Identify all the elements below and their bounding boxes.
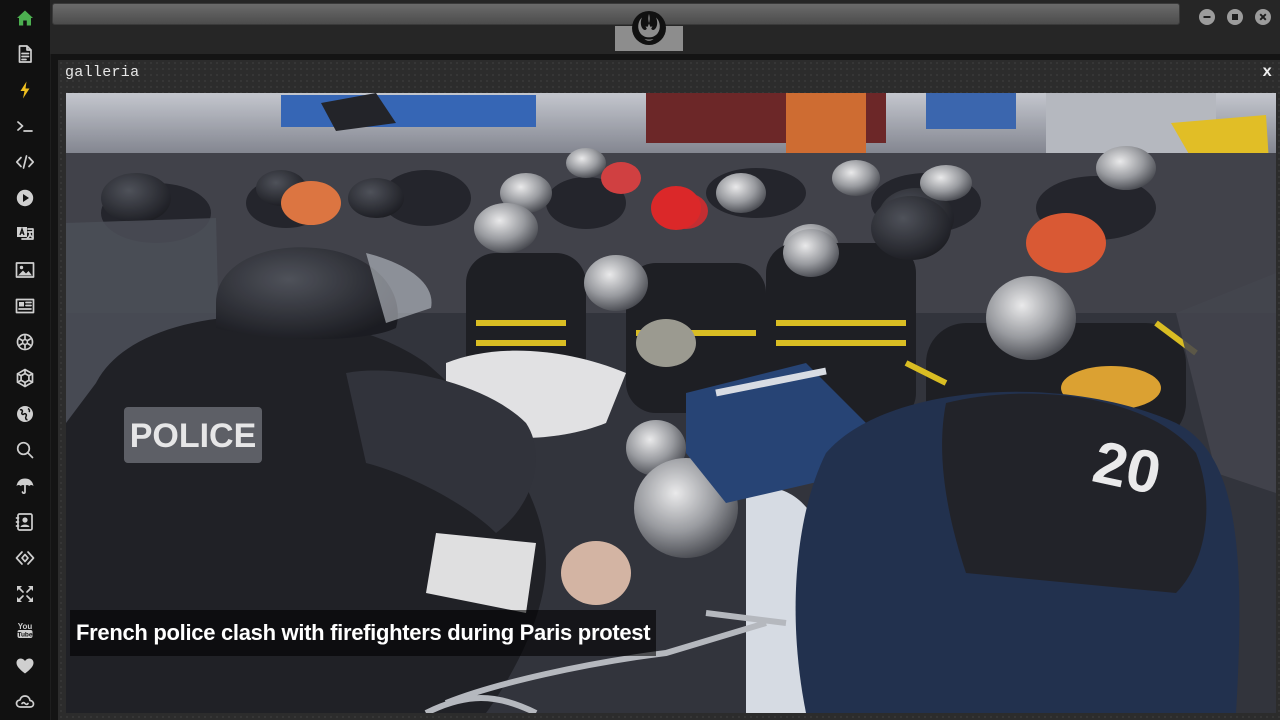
lightning-icon [20,81,30,99]
expand-icon [17,586,33,602]
heart-icon [16,658,34,674]
hexagon-icon [16,368,34,388]
svg-text:Tube: Tube [17,632,32,639]
umbrella-icon [16,478,34,494]
photo-caption: French police clash with firefighters du… [70,610,657,656]
sidebar-item-globe[interactable] [0,399,50,429]
sidebar-item-heart[interactable] [0,651,50,681]
panel-close-button[interactable]: x [1262,63,1272,81]
sidebar-item-image[interactable] [0,255,50,285]
close-window-button[interactable] [1255,9,1271,25]
sidebar-item-umbrella[interactable] [0,471,50,501]
search-icon [16,441,34,459]
document-icon [18,45,32,63]
home-icon [17,10,33,26]
sidebar-item-terminal[interactable] [0,111,50,141]
gallery-photo[interactable]: POLICE 20 French police clash with firef… [66,93,1276,713]
code-icon [15,155,35,169]
newspaper-icon [15,298,35,314]
cloud-icon [15,695,35,708]
globe-icon [17,406,33,422]
svg-text:You: You [18,622,33,631]
title-bar-drag-area[interactable] [52,3,1180,25]
top-bar [50,0,1280,54]
sidebar-item-translate[interactable] [0,219,50,249]
contact-icon [15,513,33,531]
sidebar: You Tube [0,0,51,720]
sidebar-item-hexagon[interactable] [0,363,50,393]
play-icon [16,189,34,207]
sidebar-item-embed[interactable] [0,543,50,573]
translate-icon [17,226,34,240]
rebel-alliance-icon [632,11,666,45]
sidebar-item-news[interactable] [0,291,50,321]
sidebar-item-youtube[interactable]: You Tube [0,615,50,645]
sidebar-item-lightning[interactable] [0,75,50,105]
sidebar-item-code[interactable] [0,147,50,177]
sidebar-item-search[interactable] [0,435,50,465]
sidebar-item-settings[interactable] [0,327,50,357]
image-icon [15,262,35,278]
terminal-icon [17,121,33,132]
maximize-button[interactable] [1227,9,1243,25]
sidebar-item-document[interactable] [0,39,50,69]
gallery-panel: galleria x POLICE 20 French police clash… [58,60,1280,720]
maximize-icon [1232,14,1238,20]
panel-title: galleria [65,64,140,81]
settings-icon [16,333,34,351]
sidebar-item-home[interactable] [0,3,50,33]
close-icon [1259,13,1267,21]
embed-icon [15,551,35,565]
sidebar-item-cloud[interactable] [0,687,50,717]
minimize-icon [1203,16,1211,18]
sidebar-item-contact[interactable] [0,507,50,537]
youtube-icon: YouTube [17,622,33,639]
sidebar-item-play[interactable] [0,183,50,213]
minimize-button[interactable] [1199,9,1215,25]
sidebar-item-expand[interactable] [0,579,50,609]
